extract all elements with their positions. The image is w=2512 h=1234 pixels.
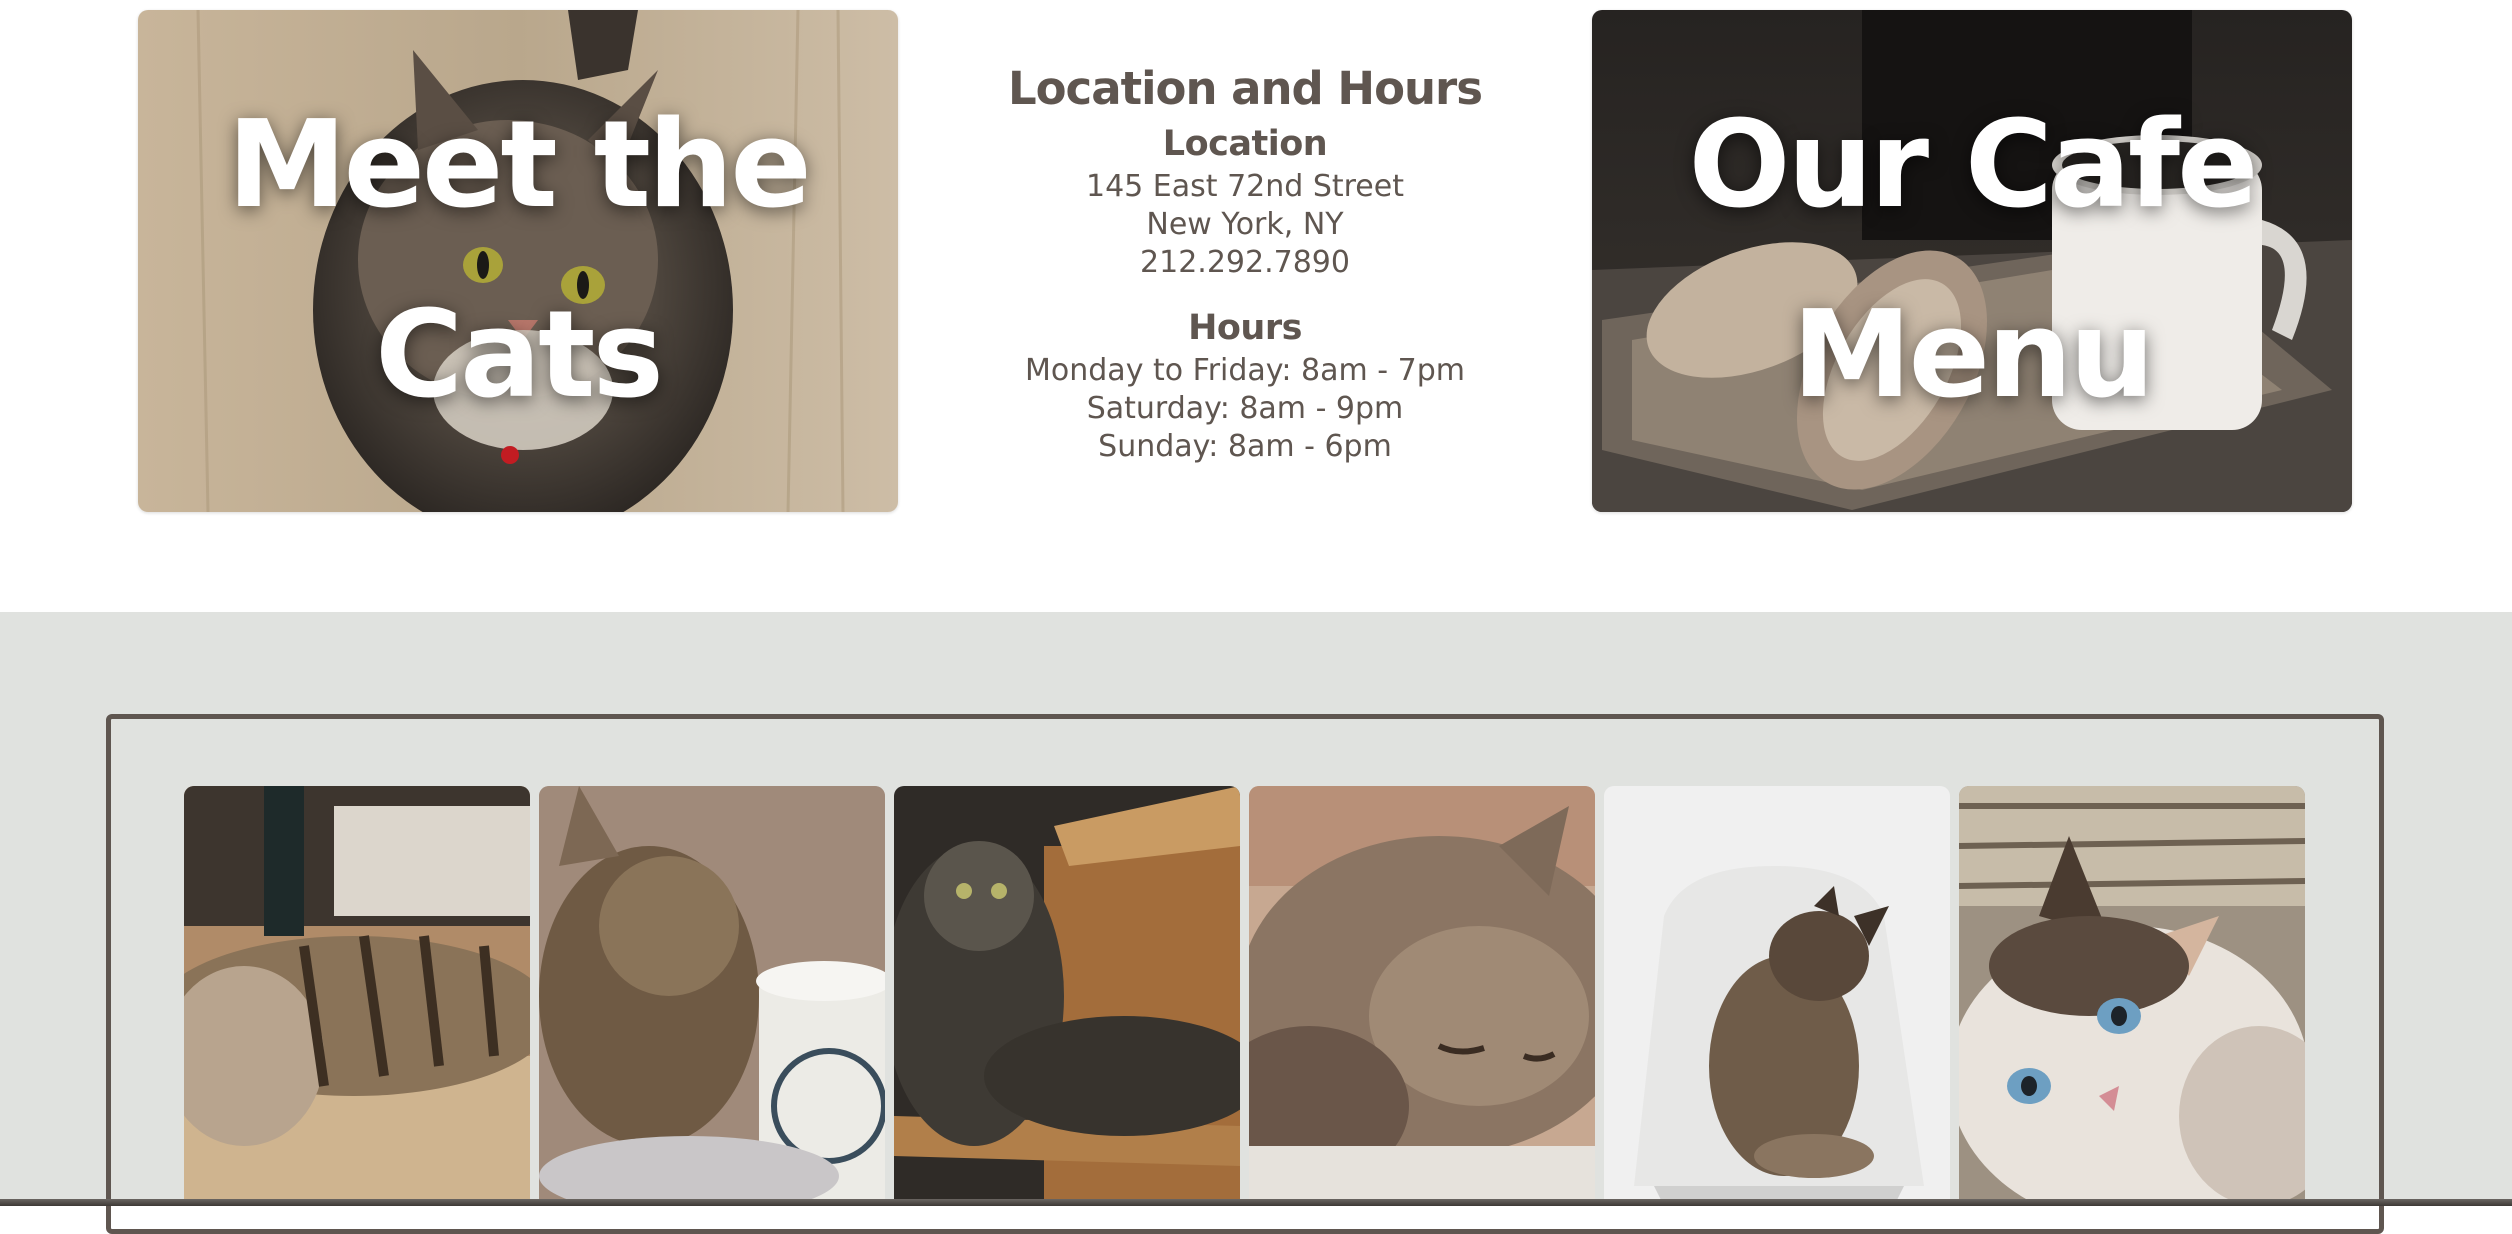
hours-saturday: Saturday: 8am - 9pm <box>1086 391 1404 426</box>
location-heading: Location <box>1162 124 1328 164</box>
our-cafe-menu-title: Our Cafe Menu <box>1688 96 2258 425</box>
gallery-section <box>0 612 2512 1234</box>
meet-the-cats-title: Meet the Cats <box>227 96 812 425</box>
location-and-hours: Location and Hours Location 145 East 72n… <box>960 58 1530 466</box>
hours-heading: Hours <box>1188 308 1302 348</box>
street-address: 145 East 72nd Street <box>1086 169 1404 204</box>
gallery-photo-tabby-lying[interactable] <box>184 786 530 1206</box>
top-section: Meet the Cats Location and Hours Locatio… <box>0 0 2512 612</box>
meet-the-cats-overlay: Meet the Cats <box>138 10 898 512</box>
gallery-photo-calico-cat[interactable] <box>1959 786 2305 1206</box>
hours-weekday: Monday to Friday: 8am - 7pm <box>1025 353 1465 388</box>
meet-the-cats-tile[interactable]: Meet the Cats <box>138 10 898 512</box>
location-hours-heading: Location and Hours <box>1007 62 1483 115</box>
our-cafe-menu-tile[interactable]: Our Cafe Menu <box>1592 10 2352 512</box>
our-cafe-menu-overlay: Our Cafe Menu <box>1592 10 2352 512</box>
gallery-photo-cat-chair[interactable] <box>894 786 1240 1206</box>
phone-number: 212.292.7890 <box>1140 245 1350 280</box>
gallery-photo-cat-coffee[interactable] <box>539 786 885 1206</box>
gallery-photo-kitten-white-chair[interactable] <box>1604 786 1950 1206</box>
hours-sunday: Sunday: 8am - 6pm <box>1098 429 1392 464</box>
bottom-edge <box>0 1199 2512 1206</box>
city-state: New York, NY <box>1146 207 1344 242</box>
gallery-photo-sleeping-cat[interactable] <box>1249 786 1595 1206</box>
